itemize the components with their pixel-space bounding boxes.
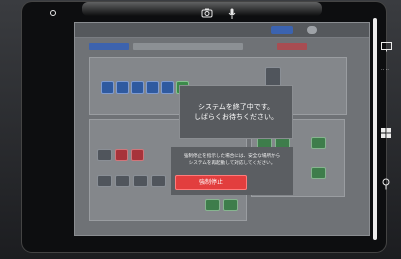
right-button-green-3[interactable] — [311, 137, 326, 149]
pen-icon[interactable] — [380, 178, 392, 190]
control-button-green-1[interactable] — [205, 199, 220, 211]
tab-active[interactable] — [89, 43, 129, 50]
windows-icon[interactable] — [380, 128, 392, 140]
tile-4[interactable] — [146, 81, 159, 94]
notice-line-1: システムを終了中です。 — [197, 103, 275, 111]
nav-row — [89, 43, 355, 51]
warning-line-1: 強制停止を指示した場合には、安全な場所から — [183, 154, 281, 159]
tile-5[interactable] — [161, 81, 174, 94]
control-button-1[interactable] — [97, 149, 112, 161]
right-button-green-6[interactable] — [311, 167, 326, 179]
force-stop-button[interactable]: 強制停止 — [175, 175, 247, 190]
control-button-3[interactable] — [115, 175, 130, 187]
monitor-icon[interactable] — [380, 42, 392, 54]
control-button-red-2[interactable] — [131, 149, 144, 161]
warning-line-2: システムを再起動して対応してください。 — [188, 161, 276, 166]
bezel-dot-icon — [46, 8, 60, 20]
screen-edge-highlight — [373, 18, 377, 240]
control-button-2[interactable] — [97, 175, 112, 187]
app-header — [75, 23, 369, 38]
tile-1[interactable] — [101, 81, 114, 94]
control-button-4[interactable] — [133, 175, 148, 187]
tile-3[interactable] — [131, 81, 144, 94]
camera-icon[interactable] — [200, 8, 214, 20]
help-icon[interactable] — [307, 26, 317, 34]
tab-info[interactable] — [133, 43, 243, 50]
tile-2[interactable] — [116, 81, 129, 94]
tab-alert[interactable] — [277, 43, 307, 50]
header-button-blue[interactable] — [271, 26, 293, 34]
control-button-green-2[interactable] — [223, 199, 238, 211]
control-button-red-1[interactable] — [115, 149, 128, 161]
status-clock: ·· ·· — [381, 67, 389, 73]
notice-line-2: しばらくお待ちください。 — [194, 113, 278, 121]
shutdown-notice: システムを終了中です。 しばらくお待ちください。 — [179, 85, 293, 139]
control-button-5[interactable] — [151, 175, 166, 187]
microphone-icon[interactable] — [225, 8, 239, 20]
app-screen: システムを終了中です。 しばらくお待ちください。 強制停止を指示した場合には、安… — [74, 22, 370, 236]
